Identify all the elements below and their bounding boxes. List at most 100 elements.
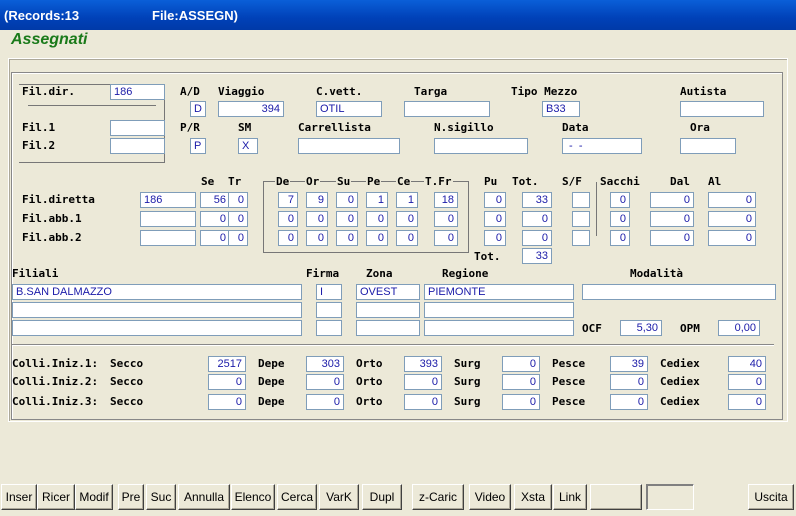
- row1-tot-field[interactable]: 33: [522, 192, 552, 208]
- row3-pu-field[interactable]: 0: [484, 230, 506, 246]
- row1-tr-field[interactable]: 0: [228, 192, 248, 208]
- pre-button[interactable]: Pre: [118, 484, 144, 510]
- filiale2-zona-field[interactable]: [356, 302, 420, 318]
- blank-15-button[interactable]: [646, 484, 694, 510]
- colli3-secco-field[interactable]: 0: [208, 394, 246, 410]
- colli3-orto-field[interactable]: 0: [404, 394, 442, 410]
- colli1-secco-field[interactable]: 2517: [208, 356, 246, 372]
- row3-tot-field[interactable]: 0: [522, 230, 552, 246]
- cerca-button[interactable]: Cerca: [277, 484, 317, 510]
- row3-pe-field[interactable]: 0: [366, 230, 388, 246]
- filiale3-firma-field[interactable]: [316, 320, 342, 336]
- fil2-field[interactable]: [110, 138, 165, 154]
- filiale3-zona-field[interactable]: [356, 320, 420, 336]
- carrellista-field[interactable]: [298, 138, 400, 154]
- ora-field[interactable]: [680, 138, 736, 154]
- cvett-field[interactable]: OTIL: [316, 101, 382, 117]
- colli2-pesce-field[interactable]: 0: [610, 374, 648, 390]
- data-field[interactable]: - -: [562, 138, 642, 154]
- row3-de-field[interactable]: 0: [278, 230, 298, 246]
- row1-de-field[interactable]: 7: [278, 192, 298, 208]
- colli1-depe-field[interactable]: 303: [306, 356, 344, 372]
- modif-button[interactable]: Modif: [75, 484, 113, 510]
- row2-tot-field[interactable]: 0: [522, 211, 552, 227]
- colli2-secco-field[interactable]: 0: [208, 374, 246, 390]
- row2-sacchi-field[interactable]: 0: [610, 211, 630, 227]
- filiale2-nome-field[interactable]: [12, 302, 302, 318]
- link-button[interactable]: Link: [553, 484, 587, 510]
- row1-tfr-field[interactable]: 18: [434, 192, 458, 208]
- colli1-cediex-field[interactable]: 40: [728, 356, 766, 372]
- colli2-orto-field[interactable]: 0: [404, 374, 442, 390]
- row3-ce-field[interactable]: 0: [396, 230, 418, 246]
- ricer-button[interactable]: Ricer: [37, 484, 75, 510]
- filiale1-firma-field[interactable]: I: [316, 284, 342, 300]
- colli2-cediex-field[interactable]: 0: [728, 374, 766, 390]
- row1-or-field[interactable]: 9: [306, 192, 328, 208]
- autista-field[interactable]: [680, 101, 764, 117]
- fil-dir-field[interactable]: 186: [110, 84, 165, 100]
- row2-tfr-field[interactable]: 0: [434, 211, 458, 227]
- xsta-button[interactable]: Xsta: [514, 484, 552, 510]
- row1-ce-field[interactable]: 1: [396, 192, 418, 208]
- tipo-mezzo-field[interactable]: B33: [542, 101, 580, 117]
- row3-su-field[interactable]: 0: [336, 230, 358, 246]
- grand-tot-field[interactable]: 33: [522, 248, 552, 264]
- row2-ce-field[interactable]: 0: [396, 211, 418, 227]
- filiale2-regione-field[interactable]: [424, 302, 574, 318]
- pr-field[interactable]: P: [190, 138, 206, 154]
- colli1-orto-field[interactable]: 393: [404, 356, 442, 372]
- colli2-depe-field[interactable]: 0: [306, 374, 344, 390]
- nsigillo-field[interactable]: [434, 138, 528, 154]
- row3-sf-field[interactable]: [572, 230, 590, 246]
- row2-fil-field[interactable]: [140, 211, 196, 227]
- z-caric-button[interactable]: z-Caric: [412, 484, 464, 510]
- row1-sacchi-field[interactable]: 0: [610, 192, 630, 208]
- row2-tr-field[interactable]: 0: [228, 211, 248, 227]
- colli1-pesce-field[interactable]: 39: [610, 356, 648, 372]
- ad-field[interactable]: D: [190, 101, 206, 117]
- filiale1-regione-field[interactable]: PIEMONTE: [424, 284, 574, 300]
- row1-su-field[interactable]: 0: [336, 192, 358, 208]
- row3-tfr-field[interactable]: 0: [434, 230, 458, 246]
- row3-dal-field[interactable]: 0: [650, 230, 694, 246]
- row2-pu-field[interactable]: 0: [484, 211, 506, 227]
- row1-fil-field[interactable]: 186: [140, 192, 196, 208]
- filiale1-zona-field[interactable]: OVEST: [356, 284, 420, 300]
- colli3-surg-field[interactable]: 0: [502, 394, 540, 410]
- targa-field[interactable]: [404, 101, 490, 117]
- row2-de-field[interactable]: 0: [278, 211, 298, 227]
- row1-pe-field[interactable]: 1: [366, 192, 388, 208]
- blank-14-button[interactable]: [590, 484, 642, 510]
- row2-sf-field[interactable]: [572, 211, 590, 227]
- row3-or-field[interactable]: 0: [306, 230, 328, 246]
- row3-sacchi-field[interactable]: 0: [610, 230, 630, 246]
- filiale2-firma-field[interactable]: [316, 302, 342, 318]
- video-button[interactable]: Video: [469, 484, 511, 510]
- row1-pu-field[interactable]: 0: [484, 192, 506, 208]
- filiale1-nome-field[interactable]: B.SAN DALMAZZO: [12, 284, 302, 300]
- sm-field[interactable]: X: [238, 138, 258, 154]
- row2-pe-field[interactable]: 0: [366, 211, 388, 227]
- modalita-field[interactable]: [582, 284, 776, 300]
- colli2-surg-field[interactable]: 0: [502, 374, 540, 390]
- row1-dal-field[interactable]: 0: [650, 192, 694, 208]
- colli3-depe-field[interactable]: 0: [306, 394, 344, 410]
- row2-or-field[interactable]: 0: [306, 211, 328, 227]
- filiale3-nome-field[interactable]: [12, 320, 302, 336]
- vark-button[interactable]: VarK: [319, 484, 359, 510]
- colli1-surg-field[interactable]: 0: [502, 356, 540, 372]
- viaggio-field[interactable]: 394: [218, 101, 284, 117]
- row2-al-field[interactable]: 0: [708, 211, 756, 227]
- row3-tr-field[interactable]: 0: [228, 230, 248, 246]
- row3-se-field[interactable]: 0: [200, 230, 230, 246]
- inser-button[interactable]: Inser: [1, 484, 37, 510]
- elenco-button[interactable]: Elenco: [231, 484, 275, 510]
- filiale3-regione-field[interactable]: [424, 320, 574, 336]
- colli3-cediex-field[interactable]: 0: [728, 394, 766, 410]
- colli3-pesce-field[interactable]: 0: [610, 394, 648, 410]
- row2-se-field[interactable]: 0: [200, 211, 230, 227]
- ocf-field[interactable]: 5,30: [620, 320, 662, 336]
- row1-sf-field[interactable]: [572, 192, 590, 208]
- opm-field[interactable]: 0,00: [718, 320, 760, 336]
